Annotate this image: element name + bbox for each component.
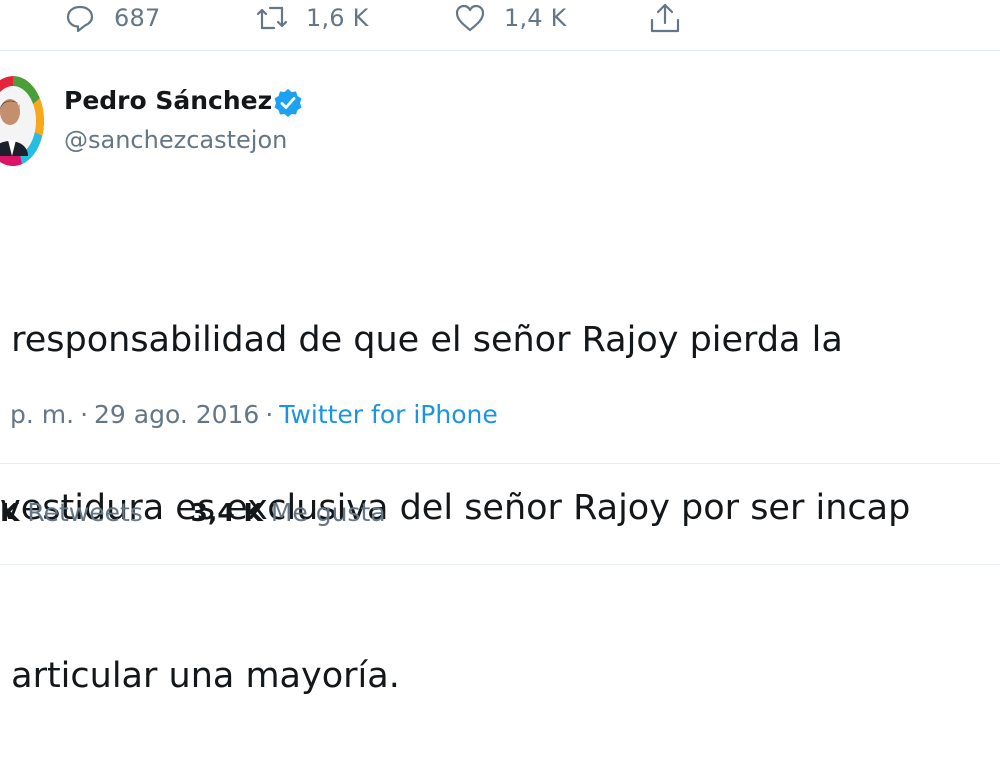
retweet-icon xyxy=(256,6,288,30)
retweets-stat[interactable]: K Retweets xyxy=(0,498,143,527)
tweet-text: responsabilidad de que el señor Rajoy pi… xyxy=(0,200,1000,760)
reply-count: 687 xyxy=(114,4,161,32)
reply-icon xyxy=(66,5,94,33)
likes-stat[interactable]: 3,4 K Me gusta xyxy=(190,498,385,527)
tweet-date[interactable]: 29 ago. 2016 xyxy=(94,400,259,429)
tweet-line: responsabilidad de que el señor Rajoy pi… xyxy=(0,320,843,360)
verified-badge-icon xyxy=(274,89,302,117)
retweets-label: Retweets xyxy=(27,498,143,527)
tweet-source-link[interactable]: Twitter for iPhone xyxy=(279,400,497,429)
meta-divider xyxy=(0,463,1000,464)
tweet-stats: K Retweets 3,4 K Me gusta xyxy=(0,498,386,527)
retweet-count: 1,6 K xyxy=(306,4,369,32)
tweet-actions-bar: 687 1,6 K 1,4 K xyxy=(0,0,1000,40)
likes-label: Me gusta xyxy=(270,498,386,527)
tweet-meta: p. m. · 29 ago. 2016 · Twitter for iPhone xyxy=(10,400,498,429)
share-button[interactable] xyxy=(648,2,682,34)
author-handle[interactable]: @sanchezcastejon xyxy=(64,126,287,154)
actions-divider xyxy=(0,50,1000,51)
tweet-time[interactable]: p. m. xyxy=(10,400,74,429)
avatar-image xyxy=(0,76,44,166)
tweet-line: articular una mayoría. xyxy=(0,656,400,696)
retweets-count: K xyxy=(0,498,20,527)
likes-count: 3,4 K xyxy=(190,498,263,527)
heart-icon xyxy=(455,4,485,32)
author-name[interactable]: Pedro Sánchez xyxy=(64,86,272,115)
reply-button[interactable]: 687 xyxy=(64,2,160,34)
like-button[interactable]: 1,4 K xyxy=(454,2,567,34)
meta-separator: · xyxy=(265,400,274,429)
share-icon xyxy=(650,3,680,33)
avatar[interactable] xyxy=(0,76,44,166)
stats-divider xyxy=(0,564,1000,565)
meta-separator: · xyxy=(80,400,89,429)
retweet-button[interactable]: 1,6 K xyxy=(254,2,369,34)
like-count: 1,4 K xyxy=(504,4,567,32)
